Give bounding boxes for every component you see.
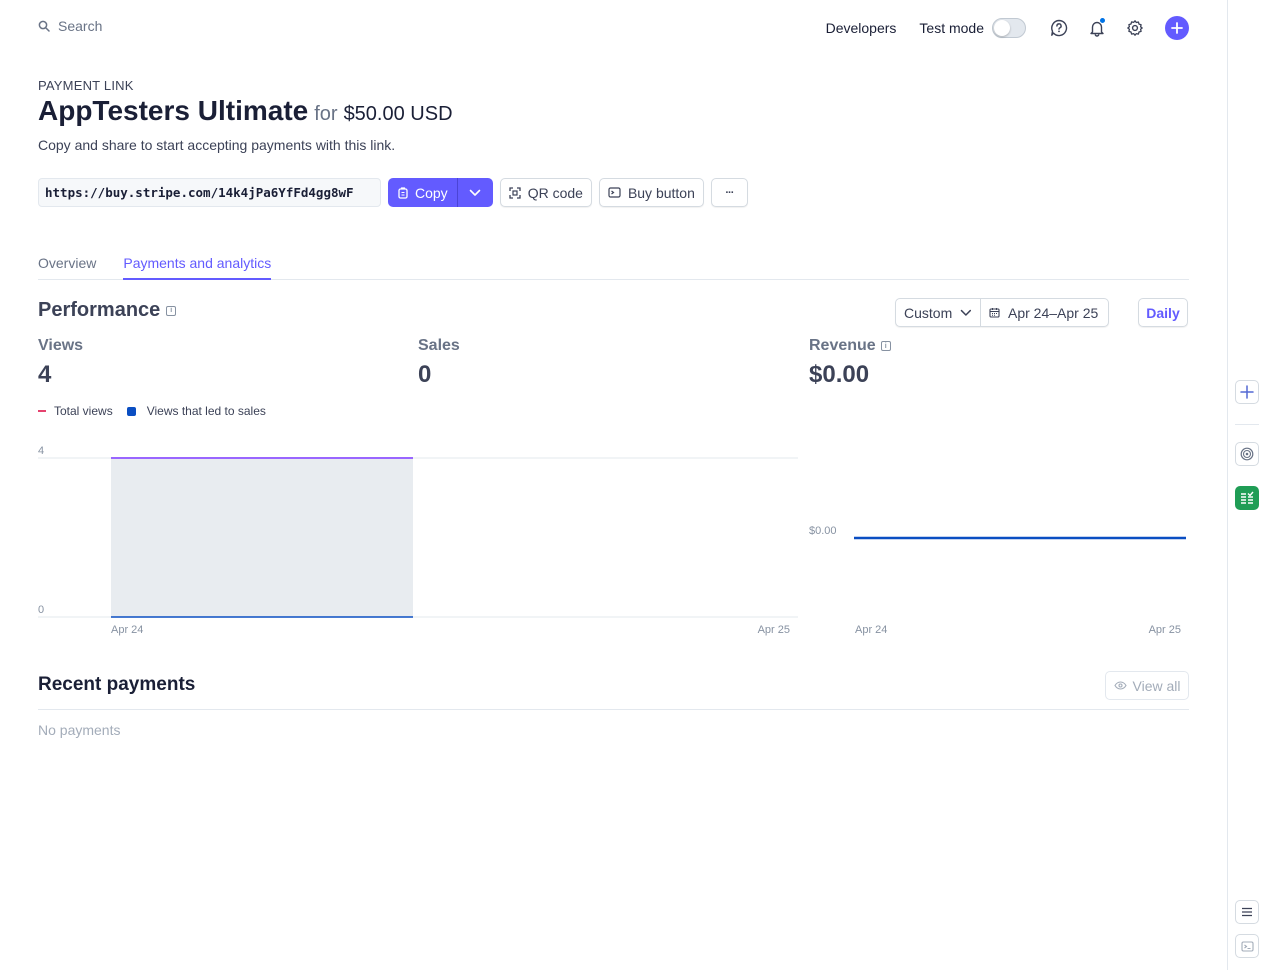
view-all-button[interactable]: View all xyxy=(1105,671,1189,700)
views-value: 4 xyxy=(38,361,52,388)
date-controls: Custom Apr 24–Apr 25 xyxy=(895,298,1109,327)
gear-icon xyxy=(1127,20,1143,36)
x-tick-label: Apr 25 xyxy=(1149,624,1181,636)
sales-value: 0 xyxy=(418,361,432,388)
chart-legend: Total views Views that led to sales xyxy=(38,404,266,418)
performance-title: Performance xyxy=(38,299,161,321)
buy-button-label: Buy button xyxy=(627,184,695,201)
top-actions: Developers Test mode xyxy=(826,15,1189,41)
views-metric: Views 4 xyxy=(38,337,83,389)
search-bar[interactable]: Search xyxy=(38,18,102,34)
tab-bar: Overview Payments and analytics xyxy=(38,250,1189,280)
buy-button-button[interactable]: Buy button xyxy=(598,178,704,207)
date-range-label: Apr 24–Apr 25 xyxy=(1008,304,1099,321)
terminal-icon xyxy=(1240,940,1254,952)
for-label: for xyxy=(314,103,338,125)
y-tick-label: $0.00 xyxy=(809,525,837,537)
y-tick-label: 4 xyxy=(38,445,44,457)
copy-options-button[interactable] xyxy=(456,178,493,207)
copy-label: Copy xyxy=(415,184,448,201)
legend-swatch-total-views xyxy=(38,410,46,412)
search-icon xyxy=(38,20,50,32)
copy-button-group: Copy xyxy=(388,178,493,207)
divider xyxy=(38,709,1189,710)
link-actions: https://buy.stripe.com/14k4jPa6YfFd4gg8w… xyxy=(38,178,748,207)
info-icon[interactable]: i xyxy=(880,341,891,351)
help-icon xyxy=(1051,19,1068,37)
revenue-label: Revenue xyxy=(809,337,876,354)
info-icon[interactable]: i xyxy=(166,305,177,316)
test-mode-control[interactable]: Test mode xyxy=(919,18,1026,38)
search-placeholder[interactable]: Search xyxy=(58,18,102,34)
granularity-select[interactable]: Daily xyxy=(1138,298,1188,327)
sidebar-app-button[interactable] xyxy=(1235,442,1259,466)
price-label: $50.00 USD xyxy=(343,103,453,125)
legend-swatch-views-to-sales xyxy=(126,406,136,416)
sales-metric: Sales 0 xyxy=(418,337,460,389)
help-button[interactable] xyxy=(1047,16,1071,40)
revenue-value: $0.00 xyxy=(809,361,870,388)
views-label: Views xyxy=(38,337,84,354)
page-title: AppTesters Ultimate xyxy=(38,95,309,126)
x-tick-label: Apr 24 xyxy=(111,624,143,636)
create-button[interactable] xyxy=(1165,16,1189,40)
copy-button[interactable]: Copy xyxy=(388,178,457,207)
test-mode-label: Test mode xyxy=(919,20,984,36)
y-tick-label: 0 xyxy=(38,604,44,616)
page-title-row: AppTesters Ultimate for $50.00 USD xyxy=(38,95,453,127)
qr-code-label: QR code xyxy=(527,184,583,201)
chevron-down-icon xyxy=(469,189,481,196)
code-block-icon xyxy=(608,187,621,198)
sales-label: Sales xyxy=(418,337,460,354)
page-eyebrow: PAYMENT LINK xyxy=(38,78,134,93)
calendar-icon xyxy=(989,308,1000,318)
revenue-chart: $0.00 Apr 24 Apr 25 xyxy=(809,525,1186,636)
plus-icon xyxy=(1171,22,1183,34)
revenue-label-row: Revenue i xyxy=(809,337,891,355)
list-icon xyxy=(1242,907,1252,917)
settings-button[interactable] xyxy=(1123,16,1147,40)
right-sidebar xyxy=(1227,0,1280,970)
empty-state-text: No payments xyxy=(38,722,121,738)
qr-code-button[interactable]: QR code xyxy=(499,178,592,207)
range-mode-select[interactable]: Custom xyxy=(895,298,981,327)
main-content: Search Developers Test mode PAYMENT LINK… xyxy=(0,0,1228,970)
chevron-down-icon xyxy=(960,309,972,316)
qr-code-icon xyxy=(509,186,521,199)
plus-icon xyxy=(1240,385,1254,399)
revenue-metric: Revenue i $0.00 xyxy=(809,337,891,389)
notification-dot xyxy=(1099,17,1106,24)
globe-icon xyxy=(1240,447,1254,461)
copy-icon xyxy=(398,186,408,199)
sidebar-list-button[interactable] xyxy=(1235,900,1259,924)
eye-icon xyxy=(1113,681,1127,690)
sidebar-sheets-app-button[interactable] xyxy=(1235,486,1259,510)
tab-overview[interactable]: Overview xyxy=(38,250,96,280)
spreadsheet-icon xyxy=(1241,491,1254,504)
range-mode-label: Custom xyxy=(904,304,953,321)
view-all-label: View all xyxy=(1132,677,1181,694)
recent-payments-title: Recent payments xyxy=(38,674,196,695)
sidebar-add-button[interactable] xyxy=(1235,380,1259,404)
performance-heading: Performance i xyxy=(38,299,177,322)
legend-label-total-views: Total views xyxy=(54,404,113,418)
divider xyxy=(1235,424,1259,425)
developers-link[interactable]: Developers xyxy=(826,20,897,36)
tab-payments-and-analytics[interactable]: Payments and analytics xyxy=(123,250,272,280)
area-total-views xyxy=(111,458,413,617)
more-icon: ··· xyxy=(725,186,734,199)
legend-label-views-to-sales: Views that led to sales xyxy=(146,404,266,418)
test-mode-toggle[interactable] xyxy=(992,18,1026,38)
date-range-picker[interactable]: Apr 24–Apr 25 xyxy=(981,298,1109,327)
x-tick-label: Apr 25 xyxy=(758,624,790,636)
more-actions-button[interactable]: ··· xyxy=(710,178,748,207)
page-subtitle: Copy and share to start accepting paymen… xyxy=(38,137,396,153)
payment-link-url[interactable]: https://buy.stripe.com/14k4jPa6YfFd4gg8w… xyxy=(38,178,381,207)
sidebar-shell-button[interactable] xyxy=(1235,934,1259,958)
x-tick-label: Apr 24 xyxy=(855,624,887,636)
views-chart: 4 0 Apr 24 Apr 25 xyxy=(38,445,798,636)
notifications-button[interactable] xyxy=(1085,16,1109,40)
